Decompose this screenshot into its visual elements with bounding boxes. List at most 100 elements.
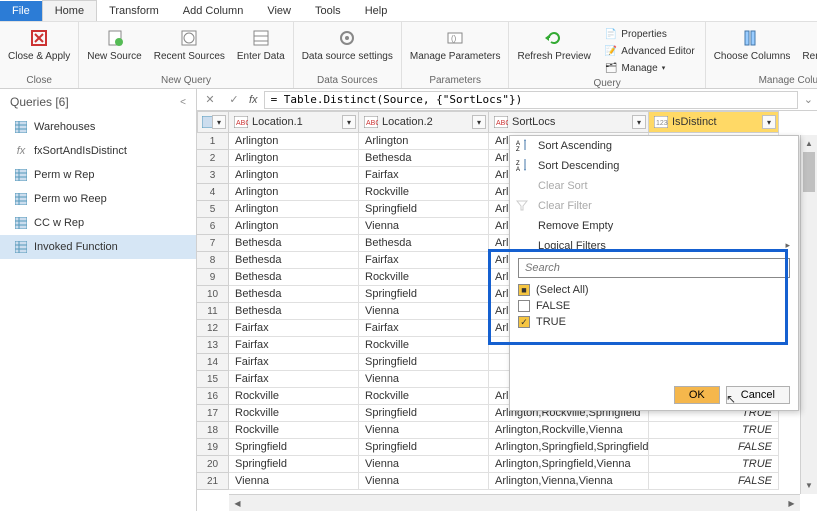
data-cell[interactable]: Bethesda bbox=[229, 269, 359, 286]
data-cell[interactable]: Springfield bbox=[229, 439, 359, 456]
data-cell[interactable]: TRUE bbox=[649, 456, 779, 473]
row-number[interactable]: 6 bbox=[197, 218, 229, 235]
data-cell[interactable]: Rockville bbox=[229, 422, 359, 439]
cancel-formula-icon[interactable]: ✕ bbox=[201, 91, 219, 109]
row-number[interactable]: 21 bbox=[197, 473, 229, 490]
data-cell[interactable]: FALSE bbox=[649, 473, 779, 490]
query-item[interactable]: Invoked Function bbox=[0, 235, 196, 259]
data-cell[interactable]: Arlington bbox=[229, 201, 359, 218]
tab-tools[interactable]: Tools bbox=[303, 1, 353, 21]
horizontal-scrollbar[interactable]: ◀ ▶ bbox=[229, 494, 800, 511]
data-cell[interactable]: Vienna bbox=[359, 303, 489, 320]
tab-add-column[interactable]: Add Column bbox=[171, 1, 256, 21]
filter-search-input[interactable] bbox=[518, 258, 790, 278]
ok-button[interactable]: OK bbox=[674, 386, 720, 404]
manage-parameters-button[interactable]: ()Manage Parameters bbox=[406, 24, 505, 75]
data-cell[interactable]: TRUE bbox=[649, 422, 779, 439]
data-cell[interactable]: Arlington bbox=[229, 184, 359, 201]
row-number[interactable]: 4 bbox=[197, 184, 229, 201]
data-cell[interactable]: Fairfax bbox=[229, 320, 359, 337]
data-cell[interactable]: Rockville bbox=[229, 405, 359, 422]
remove-columns-button[interactable]: Remove Columns bbox=[798, 24, 817, 75]
new-source-button[interactable]: New Source bbox=[83, 24, 145, 75]
data-cell[interactable]: Fairfax bbox=[229, 371, 359, 388]
data-cell[interactable]: Fairfax bbox=[359, 252, 489, 269]
scroll-down-icon[interactable]: ▼ bbox=[801, 477, 817, 494]
data-cell[interactable]: Springfield bbox=[359, 286, 489, 303]
row-number[interactable]: 5 bbox=[197, 201, 229, 218]
query-item[interactable]: CC w Rep bbox=[0, 211, 196, 235]
properties-button[interactable]: 📄Properties bbox=[605, 26, 695, 42]
data-cell[interactable]: Springfield bbox=[359, 439, 489, 456]
data-cell[interactable]: Vienna bbox=[359, 371, 489, 388]
data-cell[interactable]: Bethesda bbox=[229, 235, 359, 252]
row-number[interactable]: 16 bbox=[197, 388, 229, 405]
sort-ascending-item[interactable]: AZSort Ascending bbox=[510, 136, 798, 156]
enter-data-button[interactable]: Enter Data bbox=[233, 24, 289, 75]
row-number[interactable]: 2 bbox=[197, 150, 229, 167]
data-cell[interactable]: Arlington bbox=[229, 133, 359, 150]
data-cell[interactable]: Arlington bbox=[229, 150, 359, 167]
data-cell[interactable]: Vienna bbox=[229, 473, 359, 490]
row-number[interactable]: 10 bbox=[197, 286, 229, 303]
data-type-icon[interactable]: ABC bbox=[233, 115, 249, 129]
choose-columns-button[interactable]: Choose Columns bbox=[710, 24, 795, 75]
data-cell[interactable]: Arlington bbox=[359, 133, 489, 150]
data-type-icon[interactable]: 123 bbox=[653, 115, 669, 129]
data-cell[interactable]: Vienna bbox=[359, 456, 489, 473]
accept-formula-icon[interactable]: ✓ bbox=[225, 91, 243, 109]
formula-input[interactable] bbox=[264, 91, 798, 109]
row-number[interactable]: 7 bbox=[197, 235, 229, 252]
tab-home[interactable]: Home bbox=[42, 0, 97, 21]
data-cell[interactable]: Vienna bbox=[359, 473, 489, 490]
select-all-cell[interactable]: ▾ bbox=[197, 111, 229, 133]
row-number[interactable]: 15 bbox=[197, 371, 229, 388]
column-header[interactable]: ABCLocation.1▾ bbox=[229, 111, 359, 133]
data-cell[interactable]: Rockville bbox=[359, 337, 489, 354]
data-cell[interactable]: Rockville bbox=[359, 388, 489, 405]
row-number[interactable]: 8 bbox=[197, 252, 229, 269]
data-cell[interactable]: Vienna bbox=[359, 422, 489, 439]
filter-dropdown-icon[interactable]: ▾ bbox=[472, 115, 486, 129]
scroll-thumb[interactable] bbox=[803, 152, 815, 192]
data-type-icon[interactable]: ABC bbox=[493, 115, 509, 129]
sort-descending-item[interactable]: ZASort Descending bbox=[510, 156, 798, 176]
column-header[interactable]: ABCSortLocs▾ bbox=[489, 111, 649, 133]
data-cell[interactable]: Springfield bbox=[359, 354, 489, 371]
data-cell[interactable]: Rockville bbox=[229, 388, 359, 405]
logical-filters-item[interactable]: Logical Filters bbox=[510, 236, 798, 256]
tab-file[interactable]: File bbox=[0, 1, 42, 21]
data-cell[interactable]: Rockville bbox=[359, 269, 489, 286]
tab-view[interactable]: View bbox=[255, 1, 303, 21]
scroll-up-icon[interactable]: ▲ bbox=[801, 135, 817, 152]
data-cell[interactable]: Bethesda bbox=[359, 235, 489, 252]
data-source-settings-button[interactable]: Data source settings bbox=[298, 24, 397, 75]
row-number[interactable]: 1 bbox=[197, 133, 229, 150]
row-number[interactable]: 12 bbox=[197, 320, 229, 337]
data-cell[interactable]: Arlington,Vienna,Vienna bbox=[489, 473, 649, 490]
data-cell[interactable]: Bethesda bbox=[359, 150, 489, 167]
column-header[interactable]: ABCLocation.2▾ bbox=[359, 111, 489, 133]
data-cell[interactable]: Arlington,Rockville,Vienna bbox=[489, 422, 649, 439]
select-all-checkbox[interactable]: ■(Select All) bbox=[518, 282, 790, 298]
data-cell[interactable]: Arlington bbox=[229, 167, 359, 184]
remove-empty-item[interactable]: Remove Empty bbox=[510, 216, 798, 236]
data-cell[interactable]: Bethesda bbox=[229, 252, 359, 269]
row-number[interactable]: 19 bbox=[197, 439, 229, 456]
data-cell[interactable]: Fairfax bbox=[359, 167, 489, 184]
data-cell[interactable]: Bethesda bbox=[229, 303, 359, 320]
recent-sources-button[interactable]: Recent Sources bbox=[150, 24, 229, 75]
expand-formula-icon[interactable]: ⌄ bbox=[804, 93, 813, 106]
row-number[interactable]: 3 bbox=[197, 167, 229, 184]
row-number[interactable]: 14 bbox=[197, 354, 229, 371]
false-checkbox[interactable]: FALSE bbox=[518, 298, 790, 314]
row-number[interactable]: 11 bbox=[197, 303, 229, 320]
data-cell[interactable]: Arlington,Springfield,Springfield bbox=[489, 439, 649, 456]
refresh-preview-button[interactable]: Refresh Preview bbox=[513, 24, 594, 78]
true-checkbox[interactable]: ✓TRUE bbox=[518, 314, 790, 330]
filter-dropdown-icon[interactable]: ▾ bbox=[632, 115, 646, 129]
query-item[interactable]: fxfxSortAndIsDistinct bbox=[0, 139, 196, 163]
manage-button[interactable]: 🗂Manage▾ bbox=[605, 60, 695, 76]
row-number[interactable]: 20 bbox=[197, 456, 229, 473]
filter-dropdown-icon[interactable]: ▾ bbox=[762, 115, 776, 129]
